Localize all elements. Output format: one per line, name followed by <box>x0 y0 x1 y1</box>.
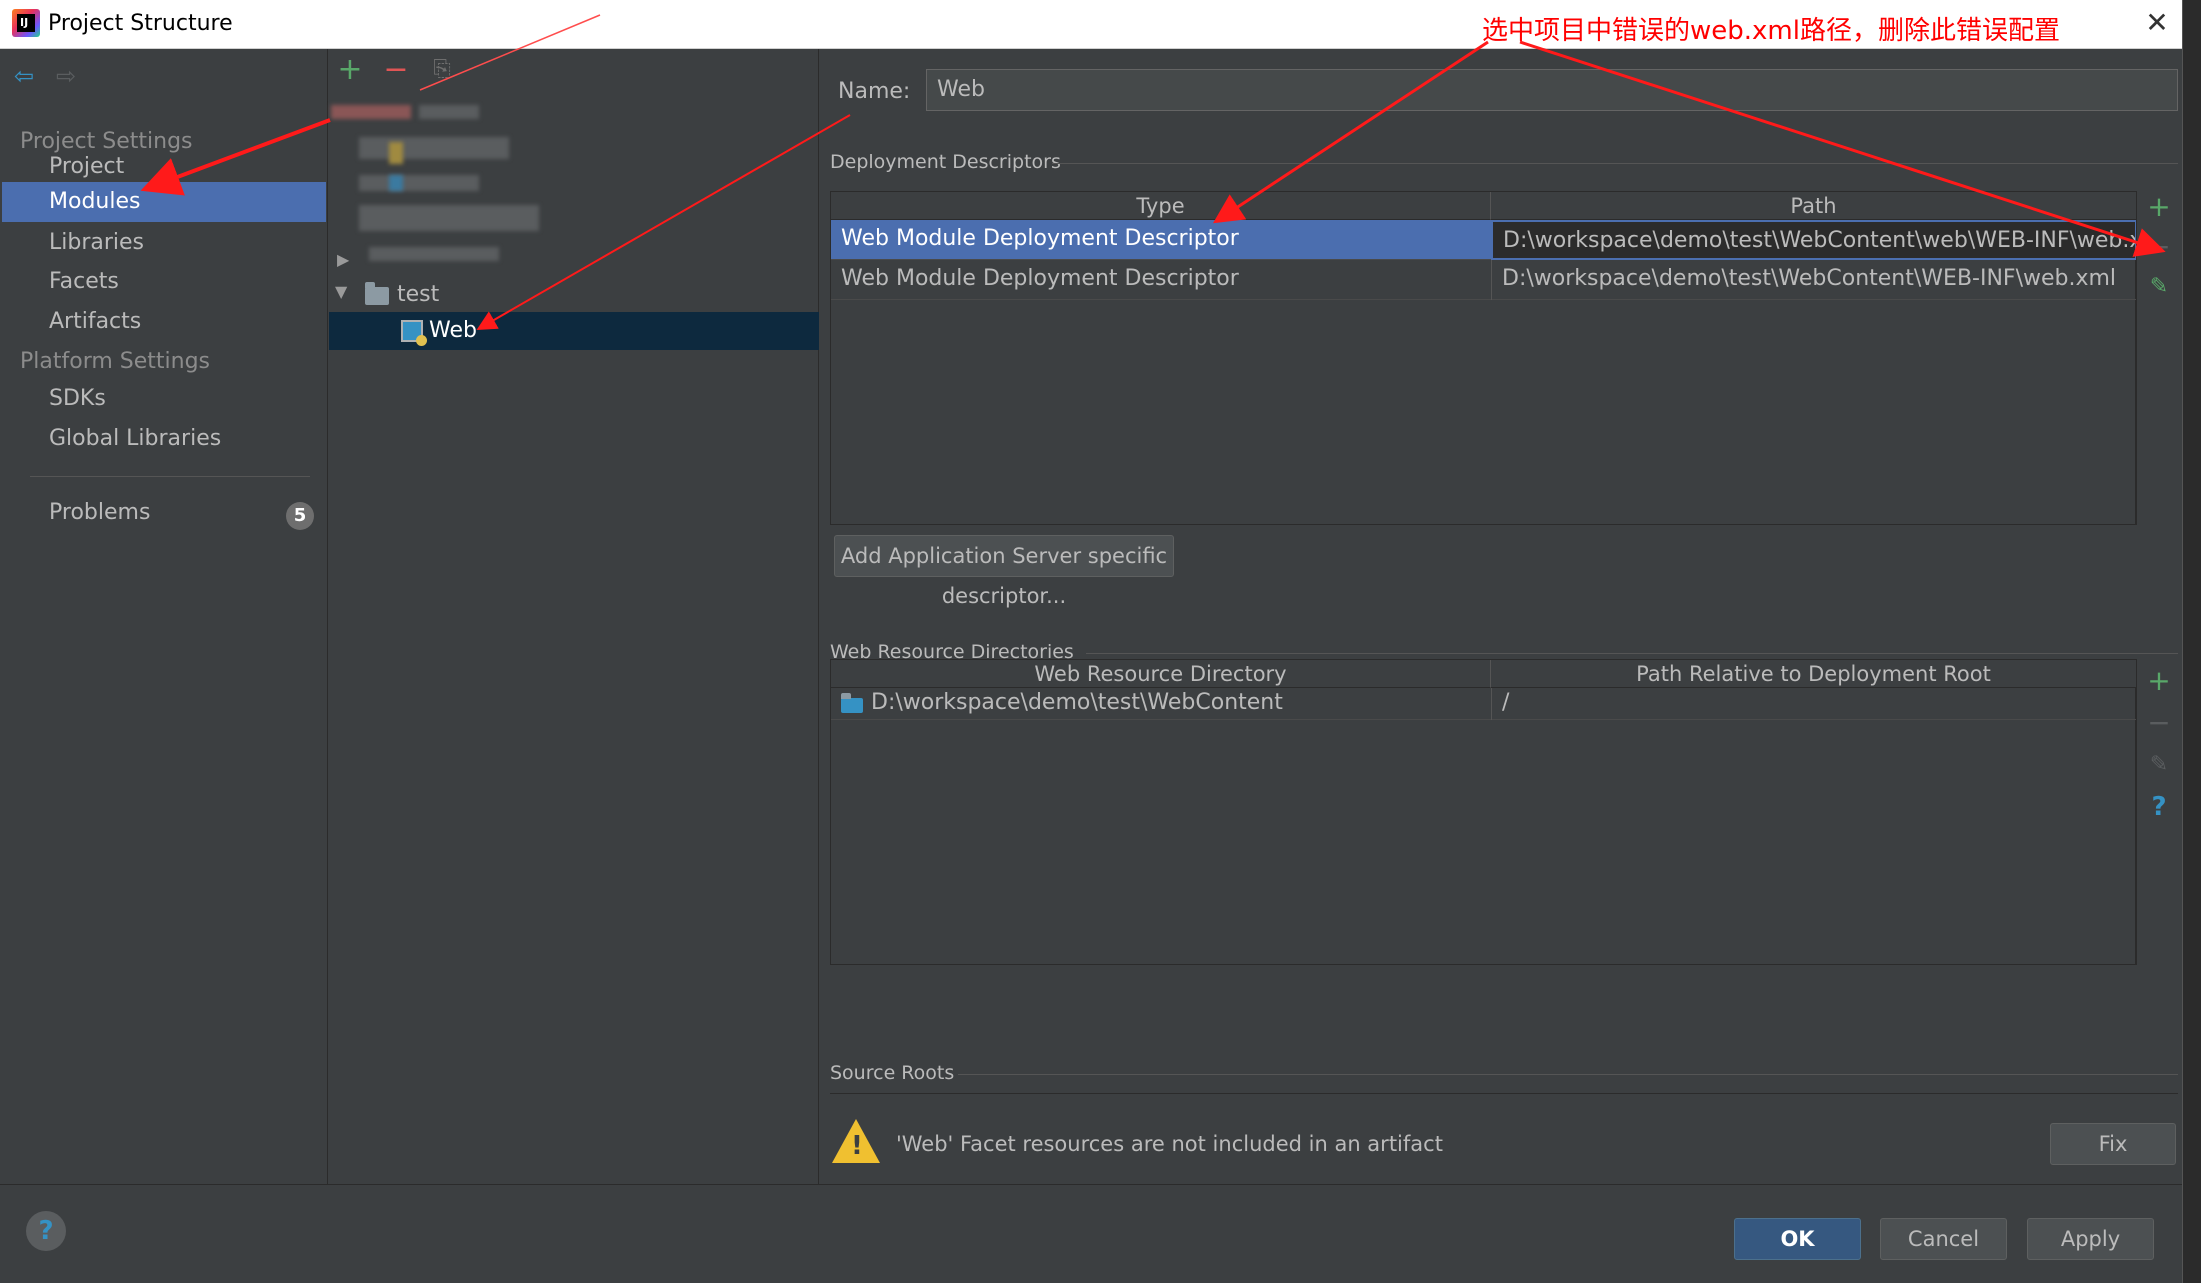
column-header-path[interactable]: Path <box>1491 192 2137 220</box>
nav-item-modules[interactable]: Modules <box>2 182 326 222</box>
add-icon[interactable]: + <box>337 55 363 85</box>
fix-button[interactable]: Fix <box>2050 1123 2176 1165</box>
blurred-node <box>369 247 499 261</box>
web-facet-icon <box>401 320 427 346</box>
help-icon[interactable]: ? <box>26 1211 66 1251</box>
column-header-resource-directory[interactable]: Web Resource Directory <box>831 660 1491 688</box>
tree-toolbar: + − ⎘ <box>337 55 455 91</box>
add-descriptor-icon[interactable]: + <box>2145 193 2173 221</box>
blurred-node <box>389 175 403 191</box>
descriptor-path-cell: D:\workspace\demo\test\WebContent\WEB-IN… <box>1491 260 2137 300</box>
descriptor-path-cell[interactable]: D:\workspace\demo\test\WebContent\web\WE… <box>1491 220 2137 260</box>
name-label: Name: <box>838 79 911 104</box>
window-title: Project Structure <box>48 11 233 36</box>
add-resource-icon[interactable]: + <box>2145 667 2173 695</box>
column-header-relative-path[interactable]: Path Relative to Deployment Root <box>1491 660 2137 688</box>
resource-folder-icon <box>841 693 863 713</box>
module-tree-panel: + − ⎘ ▶ ▼ test Web <box>329 49 819 1184</box>
nav-item-artifacts[interactable]: Artifacts <box>2 302 326 342</box>
resource-relative-cell: / <box>1491 688 2137 720</box>
dialog-footer: ? OK Cancel Apply <box>0 1184 2182 1283</box>
edit-resource-icon[interactable]: ✎ <box>2145 751 2173 779</box>
section-divider <box>1052 163 2178 164</box>
back-arrow-icon[interactable]: ⇦ <box>14 63 40 89</box>
platform-settings-heading: Platform Settings <box>20 349 211 374</box>
history-arrows: ⇦ ⇨ <box>14 63 82 93</box>
resource-directory-cell: D:\workspace\demo\test\WebContent <box>871 690 1283 715</box>
nav-item-libraries[interactable]: Libraries <box>2 223 326 263</box>
section-divider <box>958 1074 2178 1075</box>
blurred-node <box>359 205 539 231</box>
apply-button[interactable]: Apply <box>2027 1218 2154 1260</box>
name-input[interactable]: Web <box>926 69 2178 111</box>
cancel-button[interactable]: Cancel <box>1880 1218 2007 1260</box>
web-resource-table: Web Resource Directory Path Relative to … <box>830 659 2137 965</box>
expander-icon[interactable]: ▼ <box>335 282 347 301</box>
descriptor-type-cell: Web Module Deployment Descriptor <box>841 266 1239 291</box>
module-folder-icon <box>365 282 389 305</box>
table-row[interactable]: D:\workspace\demo\test\WebContent / <box>831 688 2137 720</box>
nav-item-project[interactable]: Project <box>2 147 326 187</box>
facet-settings-panel: Name: Web Deployment Descriptors Type Pa… <box>820 49 2182 1184</box>
blurred-node <box>331 105 411 119</box>
copy-icon[interactable]: ⎘ <box>429 55 455 85</box>
deployment-descriptors-table: Type Path Web Module Deployment Descript… <box>830 191 2137 525</box>
resource-table-toolbar: + − ✎ ? <box>2136 659 2180 965</box>
blurred-node <box>359 175 479 191</box>
nav-item-problems[interactable]: Problems 5 <box>2 493 326 533</box>
blurred-node <box>359 137 509 159</box>
source-roots-list <box>830 1093 2178 1094</box>
table-row[interactable]: Web Module Deployment Descriptor D:\work… <box>831 260 2137 300</box>
close-icon[interactable]: ✕ <box>2140 6 2174 40</box>
nav-divider <box>30 476 310 477</box>
nav-item-global-libraries[interactable]: Global Libraries <box>2 419 326 459</box>
nav-item-facets[interactable]: Facets <box>2 262 326 302</box>
remove-resource-icon[interactable]: − <box>2145 709 2173 737</box>
nav-item-sdks[interactable]: SDKs <box>2 379 326 419</box>
expander-icon[interactable]: ▶ <box>337 250 349 269</box>
editor-fragment <box>2183 14 2201 24</box>
descriptor-type-cell: Web Module Deployment Descriptor <box>841 226 1239 251</box>
deployment-table-toolbar: + − ✎ <box>2136 191 2180 525</box>
forward-arrow-icon[interactable]: ⇨ <box>56 63 82 89</box>
deployment-descriptors-heading: Deployment Descriptors <box>830 151 1061 173</box>
ok-button[interactable]: OK <box>1734 1218 1861 1260</box>
edit-descriptor-icon[interactable]: ✎ <box>2145 273 2173 301</box>
background-editor-strip <box>2182 0 2201 1283</box>
intellij-app-icon: IJ <box>12 9 40 37</box>
blurred-node <box>419 105 479 119</box>
source-roots-heading: Source Roots <box>830 1062 955 1084</box>
section-divider <box>1086 653 2178 654</box>
problems-count-badge: 5 <box>286 502 314 530</box>
problems-label: Problems <box>49 500 151 525</box>
table-row[interactable]: Web Module Deployment Descriptor D:\work… <box>831 220 2137 260</box>
add-server-descriptor-button[interactable]: Add Application Server specific descript… <box>834 535 1174 608</box>
warning-message: 'Web' Facet resources are not included i… <box>896 1132 1443 1156</box>
remove-icon[interactable]: − <box>383 55 409 85</box>
help-icon[interactable]: ? <box>2145 793 2173 821</box>
column-header-type[interactable]: Type <box>831 192 1491 220</box>
remove-descriptor-icon[interactable]: − <box>2145 233 2173 261</box>
settings-navigation: ⇦ ⇨ Project Settings Project Modules Lib… <box>0 49 328 1184</box>
title-bar: IJ Project Structure 选中项目中错误的web.xml路径，删… <box>0 0 2182 49</box>
tree-node-test[interactable]: test <box>397 277 439 313</box>
tree-node-web[interactable]: Web <box>429 313 477 349</box>
blurred-node <box>389 142 403 164</box>
warning-mark: ! <box>851 1131 863 1161</box>
annotation-text: 选中项目中错误的web.xml路径，删除此错误配置 <box>1482 16 2060 46</box>
